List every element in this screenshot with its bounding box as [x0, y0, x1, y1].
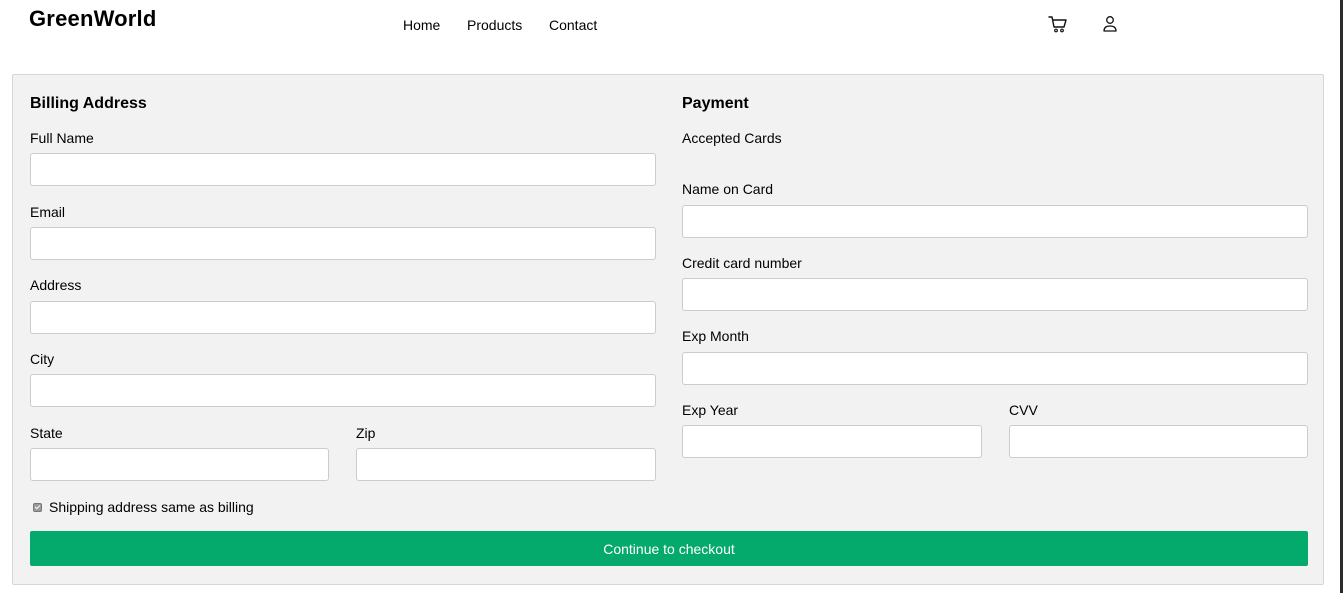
cvv-input[interactable]: [1009, 425, 1308, 458]
shipping-same-label: Shipping address same as billing: [49, 499, 254, 515]
payment-heading: Payment: [682, 95, 749, 112]
exp-year-label: Exp Year: [682, 402, 739, 418]
email-input[interactable]: [30, 227, 656, 260]
shipping-same-checkbox[interactable]: [33, 502, 42, 512]
checkout-form: Billing Address Full Name Email Address …: [12, 74, 1324, 585]
user-icon[interactable]: [1099, 13, 1121, 35]
address-input[interactable]: [30, 301, 656, 334]
continue-checkout-button[interactable]: Continue to checkout: [30, 531, 1308, 566]
city-label: City: [30, 351, 55, 367]
name-on-card-label: Name on Card: [682, 181, 774, 197]
exp-month-input[interactable]: [682, 352, 1308, 385]
logo[interactable]: GreenWorld: [29, 6, 157, 32]
cvv-label: CVV: [1009, 402, 1038, 418]
zip-label: Zip: [356, 425, 376, 441]
exp-month-label: Exp Month: [682, 328, 749, 344]
city-input[interactable]: [30, 374, 656, 407]
card-number-label: Credit card number: [682, 255, 802, 271]
address-label: Address: [30, 277, 82, 293]
nav-contact[interactable]: Contact: [549, 17, 597, 33]
nav-products[interactable]: Products: [467, 17, 522, 33]
card-number-input[interactable]: [682, 278, 1308, 311]
full-name-label: Full Name: [30, 130, 94, 146]
exp-year-input[interactable]: [682, 425, 982, 458]
name-on-card-input[interactable]: [682, 205, 1308, 238]
shipping-same-row[interactable]: Shipping address same as billing: [33, 499, 254, 515]
zip-input[interactable]: [356, 448, 656, 481]
state-input[interactable]: [30, 448, 329, 481]
email-label: Email: [30, 204, 66, 220]
accepted-cards-label: Accepted Cards: [682, 130, 782, 146]
cart-icon[interactable]: [1047, 13, 1069, 35]
state-label: State: [30, 425, 63, 441]
billing-heading: Billing Address: [30, 95, 147, 112]
nav-home[interactable]: Home: [403, 17, 440, 33]
full-name-input[interactable]: [30, 153, 656, 186]
